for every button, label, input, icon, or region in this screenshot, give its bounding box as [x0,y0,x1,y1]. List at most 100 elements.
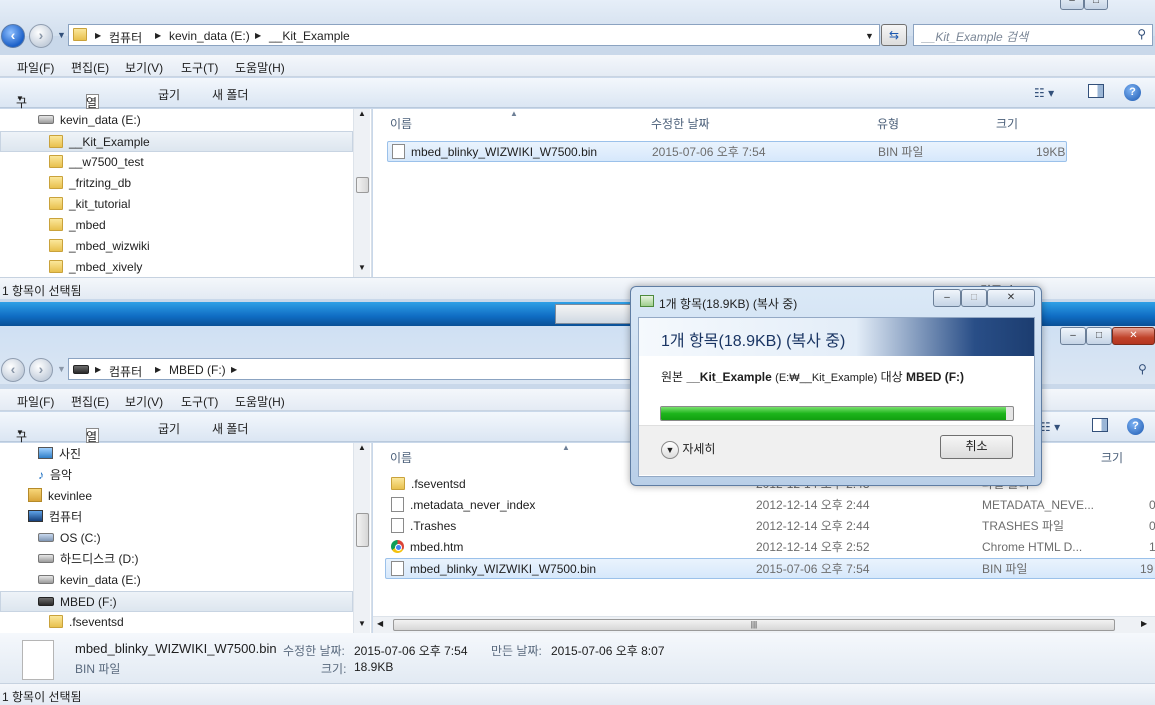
forward-button[interactable]: › [29,358,53,382]
bottom-minimize-button[interactable]: – [1060,327,1086,345]
address-dropdown-icon[interactable]: ▼ [865,31,874,41]
table-row[interactable]: mbed.htm 2012-12-14 오후 2:52 Chrome HTML … [387,537,1155,558]
nav-item[interactable]: kevinlee [28,486,92,507]
burn-button[interactable]: 굽기 [158,86,180,103]
top-minimize-button[interactable]: – [1060,0,1084,10]
crumb-computer[interactable]: 컴퓨터 [109,363,142,380]
dialog-minimize-button[interactable]: – [933,289,961,307]
scroll-down-icon[interactable]: ▼ [358,263,366,272]
help-icon[interactable]: ? [1124,84,1141,101]
nav-item[interactable]: _mbed_wizwiki [49,236,150,257]
menu-file[interactable]: 파일(F) [17,59,54,76]
bottom-address-box[interactable]: ▶ 컴퓨터 ▶ MBED (F:) ▶ [68,358,632,380]
top-search-input[interactable]: __Kit_Example 검색 ⚲ [913,24,1153,46]
nav-item[interactable]: kevin_data (E:) [38,570,141,591]
back-button[interactable]: ‹ [1,358,25,382]
scroll-left-icon[interactable]: ◀ [377,619,383,628]
search-icon[interactable]: ⚲ [1138,362,1147,376]
view-options-icon[interactable]: ☷ ▾ [1034,86,1054,100]
table-row-selected[interactable]: mbed_blinky_WIZWIKI_W7500.bin 2015-07-06… [385,558,1155,579]
menu-help[interactable]: 도움말(H) [235,393,285,410]
bottom-close-button[interactable]: ✕ [1112,327,1155,345]
dialog-header: 1개 항목(18.9KB) (복사 중) [639,318,1034,356]
nav-item[interactable]: _mbed_xively [49,257,142,277]
column-header-date[interactable]: 수정한 날짜 [651,115,710,132]
column-header-name[interactable]: 이름 [390,449,412,466]
file-name: mbed_blinky_WIZWIKI_W7500.bin [411,145,598,159]
view-options-icon[interactable]: ☷ ▾ [1040,420,1060,434]
menu-tools[interactable]: 도구(T) [181,393,218,410]
burn-button[interactable]: 굽기 [158,420,180,437]
nav-item[interactable]: _kit_tutorial [49,194,130,215]
bottom-maximize-button[interactable]: □ [1086,327,1112,345]
file-icon [392,144,405,159]
nav-item[interactable]: OS (C:) [38,528,101,549]
top-address-box[interactable]: ▶ 컴퓨터 ▶ kevin_data (E:) ▶ __Kit_Example … [68,24,880,46]
folder-icon [49,260,63,273]
help-icon[interactable]: ? [1127,418,1144,435]
nav-item[interactable]: 하드디스크 (D:) [38,549,139,570]
nav-item[interactable]: ♪ 음악 [38,465,72,486]
preview-pane-icon[interactable] [1088,84,1104,98]
forward-button[interactable]: › [29,24,53,48]
menu-edit[interactable]: 편집(E) [71,393,109,410]
menu-edit[interactable]: 편집(E) [71,59,109,76]
crumb-drive[interactable]: kevin_data (E:) [169,29,250,43]
nav-label: 컴퓨터 [49,510,83,524]
crumb-drive[interactable]: MBED (F:) [169,363,226,377]
scrollbar-thumb[interactable] [356,177,369,193]
nav-item[interactable]: .fseventsd [49,612,124,633]
nav-item[interactable]: _mbed [49,215,106,236]
column-header-size[interactable]: 크기 [996,115,1018,132]
recent-pages-dropdown-icon[interactable]: ▼ [57,364,66,374]
menu-view[interactable]: 보기(V) [125,59,163,76]
nav-item-selected[interactable]: MBED (F:) [0,591,353,612]
details-toggle[interactable]: ▼ 자세히 [661,440,715,459]
top-nav-scrollbar[interactable]: ▲ ▼ [353,109,370,277]
table-row[interactable]: .metadata_never_index 2012-12-14 오후 2:44… [387,495,1155,516]
recent-pages-dropdown-icon[interactable]: ▼ [57,30,66,40]
menu-file[interactable]: 파일(F) [17,393,54,410]
cancel-button[interactable]: 취소 [940,435,1013,459]
table-row[interactable]: .Trashes 2012-12-14 오후 2:44 TRASHES 파일 0 [387,516,1155,537]
back-button[interactable]: ‹ [1,24,25,48]
column-header-type[interactable]: 유형 [877,115,899,132]
menu-help[interactable]: 도움말(H) [235,59,285,76]
scroll-right-icon[interactable]: ▶ [1141,619,1147,628]
music-icon: ♪ [38,468,44,482]
bottom-navigation-pane: 사진 ♪ 음악 kevinlee 컴퓨터 OS (C:) 하드디스크 (D:) k… [0,443,372,633]
nav-item[interactable]: kevin_data (E:) [38,110,141,131]
preview-pane-icon[interactable] [1092,418,1108,432]
new-folder-button[interactable]: 새 폴더 [212,420,248,437]
refresh-button[interactable]: ⇆ [881,24,907,46]
scrollbar-thumb[interactable]: ||| [393,619,1115,631]
top-maximize-button[interactable]: □ [1084,0,1108,10]
file-preview-icon [22,640,54,680]
chevron-down-icon: ▼ [16,94,24,103]
nav-item[interactable]: 사진 [38,444,81,465]
nav-item[interactable]: 컴퓨터 [28,507,82,528]
crumb-folder[interactable]: __Kit_Example [269,29,350,43]
table-row[interactable]: mbed_blinky_WIZWIKI_W7500.bin 2015-07-06… [387,141,1067,162]
bottom-horizontal-scrollbar[interactable]: ◀ ||| ▶ [373,616,1155,633]
scrollbar-thumb[interactable] [356,513,369,547]
scroll-up-icon[interactable]: ▲ [358,109,366,118]
file-type: BIN 파일 [878,145,924,159]
crumb-computer[interactable]: 컴퓨터 [109,29,142,46]
column-header-name[interactable]: 이름 [390,115,412,132]
menu-view[interactable]: 보기(V) [125,393,163,410]
details-size-label: 크기: [321,662,347,676]
taskbar-button[interactable] [555,304,633,324]
scroll-up-icon[interactable]: ▲ [358,443,366,452]
from-path: (E:₩__Kit_Example) [775,372,878,384]
bottom-nav-scrollbar[interactable]: ▲ ▼ [353,443,370,633]
nav-item-selected[interactable]: __Kit_Example [0,131,353,152]
dialog-close-button[interactable]: ✕ [987,289,1035,307]
nav-item[interactable]: _fritzing_db [49,173,131,194]
nav-item[interactable]: __w7500_test [49,152,144,173]
new-folder-button[interactable]: 새 폴더 [212,86,248,103]
menu-tools[interactable]: 도구(T) [181,59,218,76]
column-header-size[interactable]: 크기 [1101,449,1123,466]
sort-indicator-icon: ▲ [562,443,570,452]
scroll-down-icon[interactable]: ▼ [358,619,366,628]
